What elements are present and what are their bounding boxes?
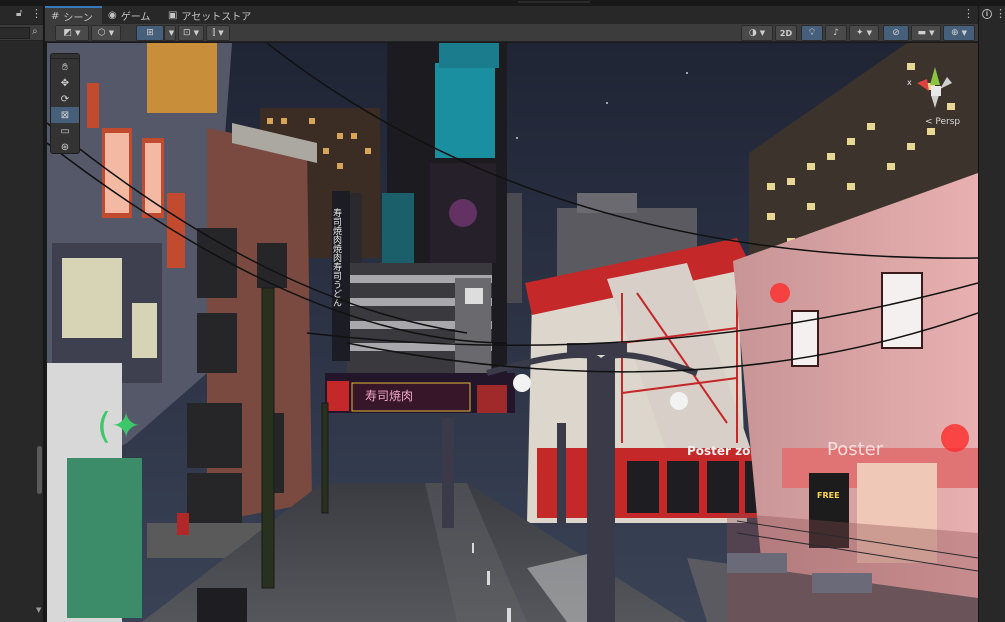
svg-text:(✦: (✦ [97, 406, 141, 447]
hierarchy-tabbar: 🔓︎ ⋮ [0, 6, 43, 24]
chevron-down-icon: ▼ [929, 29, 935, 37]
chevron-down-icon: ▼ [218, 29, 224, 37]
2d-toggle-button[interactable]: 2D [775, 25, 797, 41]
scale-tool-icon[interactable]: ⊠ [51, 107, 79, 123]
hierarchy-search-input[interactable] [0, 27, 30, 39]
transform-tool-icon[interactable]: ⊛ [51, 139, 79, 155]
chevron-down-icon: ▼ [75, 29, 81, 37]
chevron-down-icon: ▼ [193, 29, 199, 37]
shading-mode-dropdown[interactable]: ◑ ▼ [741, 25, 773, 41]
scene-viewport[interactable]: (✦ Poster zone Poster FREE 寿司焼肉 寿司焼肉焼肉寿司… [47, 43, 978, 622]
sign-vertical: 寿司焼肉焼肉寿司うどん [331, 207, 342, 307]
kebab-menu-icon[interactable]: ⋮ [995, 7, 1005, 20]
tab-scene[interactable]: # シーン [45, 6, 102, 24]
drag-handle [518, 1, 590, 3]
grid-snap-toggle[interactable]: ⊞ [136, 25, 164, 41]
rect-tool-icon[interactable]: ▭ [51, 123, 79, 139]
move-tool-icon[interactable]: ✥ [51, 75, 79, 91]
tab-asset-store-label: アセットストア [181, 11, 252, 23]
scrollbar-thumb[interactable] [37, 446, 42, 494]
camera-icon: ▬ [917, 28, 927, 38]
editor-tabbar: # シーン ◉ ゲーム ▣ アセットストア ⋮ [45, 6, 978, 24]
chevron-down-icon: ▼ [866, 29, 872, 37]
grid-visibility-button[interactable]: ⫿ ▼ [206, 25, 230, 41]
rotate-tool-icon[interactable]: ⟳ [51, 91, 79, 107]
eye-slash-icon: ⊘ [892, 28, 900, 38]
hand-tool-icon[interactable]: ✋︎ [51, 59, 79, 75]
lighting-toggle[interactable]: 💡︎ [801, 25, 823, 41]
tab-scene-label: シーン [63, 12, 93, 24]
kebab-menu-icon[interactable]: ⋮ [963, 7, 974, 20]
tab-asset-store[interactable]: ▣ アセットストア [162, 6, 254, 24]
snap-increment-button[interactable]: ⊡ ▼ [178, 25, 204, 41]
sign-neon-main: 寿司焼肉 [365, 389, 413, 403]
grid-snap-icon: ⊞ [146, 28, 154, 38]
scene-visibility-toggle[interactable]: ⊘ [883, 25, 909, 41]
chevron-down-icon: ▼ [759, 29, 766, 37]
chevron-down-icon: ▼ [168, 29, 175, 37]
globe-icon: ⊕ [951, 28, 959, 38]
draw-mode-icon: ◩ [63, 28, 73, 38]
grid-snap-dropdown[interactable]: ▼ [164, 25, 176, 41]
magnet-grid-icon: ⊡ [183, 28, 191, 38]
audio-toggle[interactable]: ♪ [825, 25, 847, 41]
kebab-menu-icon[interactable]: ⋮ [31, 7, 42, 20]
effects-dropdown[interactable]: ✦ ▼ [849, 25, 879, 41]
draw-mode-dropdown[interactable]: ◩ ▼ [55, 25, 89, 41]
ruler-icon: ⫿ [212, 28, 216, 38]
tab-game-label: ゲーム [120, 11, 151, 23]
scene-toolbar: ◩ ▼ ⬡ ▼ ⊞ ▼ ⊡ ▼ ⫿ ▼ ◑ ▼ 2D 💡︎ ♪ ✦ ▼ ⊘ ▬ ▼ ⊕ ▼ [45, 24, 978, 42]
hierarchy-toolbar: ⌕ [0, 24, 43, 41]
effects-icon: ✦ [856, 28, 864, 38]
gizmo-projection-label[interactable]: < Persp [925, 117, 960, 127]
search-icon[interactable]: ⌕ [32, 26, 38, 37]
gizmos-dropdown[interactable]: ⊕ ▼ [943, 25, 975, 41]
chevron-down-icon: ▼ [961, 29, 967, 37]
info-icon[interactable]: i [982, 9, 992, 19]
lightbulb-icon: 💡︎ [808, 28, 816, 38]
tab-game[interactable]: ◉ ゲーム [102, 6, 162, 24]
inspector-panel: i ⋮ [978, 6, 1005, 622]
bag-icon: ▣ [168, 9, 178, 21]
cube-icon: ⬡ [97, 28, 106, 38]
scene-render: (✦ Poster zone Poster FREE 寿司焼肉 寿司焼肉焼肉寿司… [47, 43, 978, 622]
gizmo-x-label: x [907, 78, 912, 87]
transform-tools-overlay: ✋︎ ✥ ⟳ ⊠ ▭ ⊛ [50, 53, 80, 154]
chevron-down-icon: ▼ [108, 29, 115, 37]
hierarchy-panel: 🔓︎ ⋮ ⌕ ▼ [0, 6, 44, 622]
scroll-down-arrow-icon[interactable]: ▼ [36, 606, 41, 614]
lock-icon[interactable]: 🔓︎ [16, 8, 22, 19]
camera-settings-dropdown[interactable]: ▬ ▼ [911, 25, 941, 41]
2d-label: 2D [779, 28, 793, 38]
sign-free: FREE [817, 491, 840, 500]
global-local-dropdown[interactable]: ⬡ ▼ [91, 25, 121, 41]
grid-icon: # [51, 10, 60, 22]
gamepad-icon: ◉ [108, 9, 117, 21]
unity-editor-window: 🔓︎ ⋮ ⌕ ▼ i ⋮ # シーン ◉ ゲーム ▣ アセットストア ⋮ ◩▼ [0, 0, 1005, 622]
speaker-icon: ♪ [833, 28, 839, 38]
sign-poster: Poster [827, 439, 884, 460]
sphere-icon: ◑ [748, 28, 757, 38]
